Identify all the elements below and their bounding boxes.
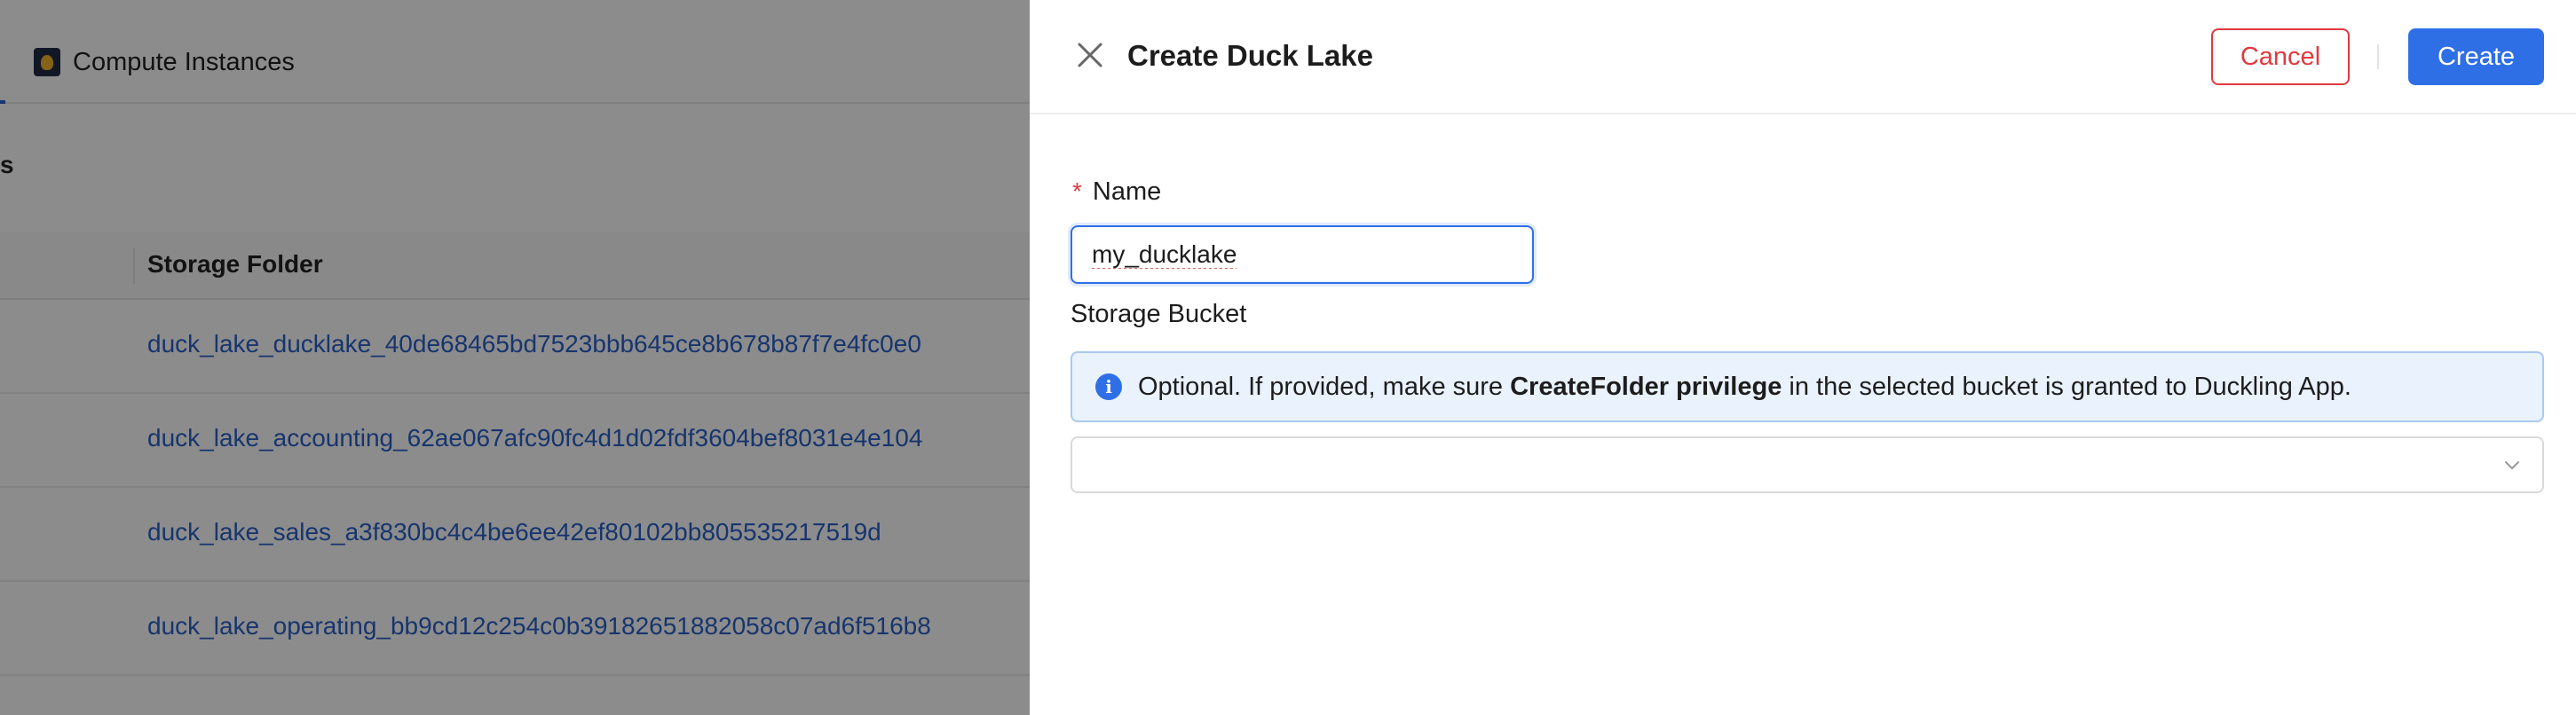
alert-text-bold: CreateFolder privilege (1510, 372, 1782, 401)
drawer-title: Create Duck Lake (1127, 39, 1373, 72)
close-icon[interactable] (1074, 39, 1106, 71)
name-input[interactable] (1071, 225, 1534, 284)
chevron-down-icon (2505, 461, 2519, 469)
alert-text: Optional. If provided, make sure CreateF… (1138, 373, 2351, 402)
info-icon: i (1095, 373, 1122, 400)
create-button[interactable]: Create (2408, 28, 2544, 85)
alert-text-before: Optional. If provided, make sure (1138, 372, 1511, 401)
storage-bucket-select[interactable] (1071, 436, 2544, 493)
storage-bucket-info-alert: i Optional. If provided, make sure Creat… (1071, 351, 2544, 422)
create-duck-lake-drawer: Create Duck Lake Cancel Create * Name St… (1030, 0, 2576, 715)
storage-bucket-label: Storage Bucket (1071, 300, 1247, 328)
name-label-text: Name (1092, 177, 1162, 206)
modal-overlay-mask[interactable] (0, 0, 1030, 715)
create-duck-lake-form: * Name Storage Bucket i Optional. If pro… (1071, 174, 2544, 493)
alert-text-after: in the selected bucket is granted to Duc… (1782, 372, 2351, 401)
name-label: * Name (1071, 174, 2544, 209)
required-mark: * (1072, 177, 1082, 205)
cancel-button[interactable]: Cancel (2211, 28, 2350, 85)
drawer-header: Create Duck Lake Cancel Create (1030, 0, 2576, 114)
header-divider (2377, 44, 2379, 69)
